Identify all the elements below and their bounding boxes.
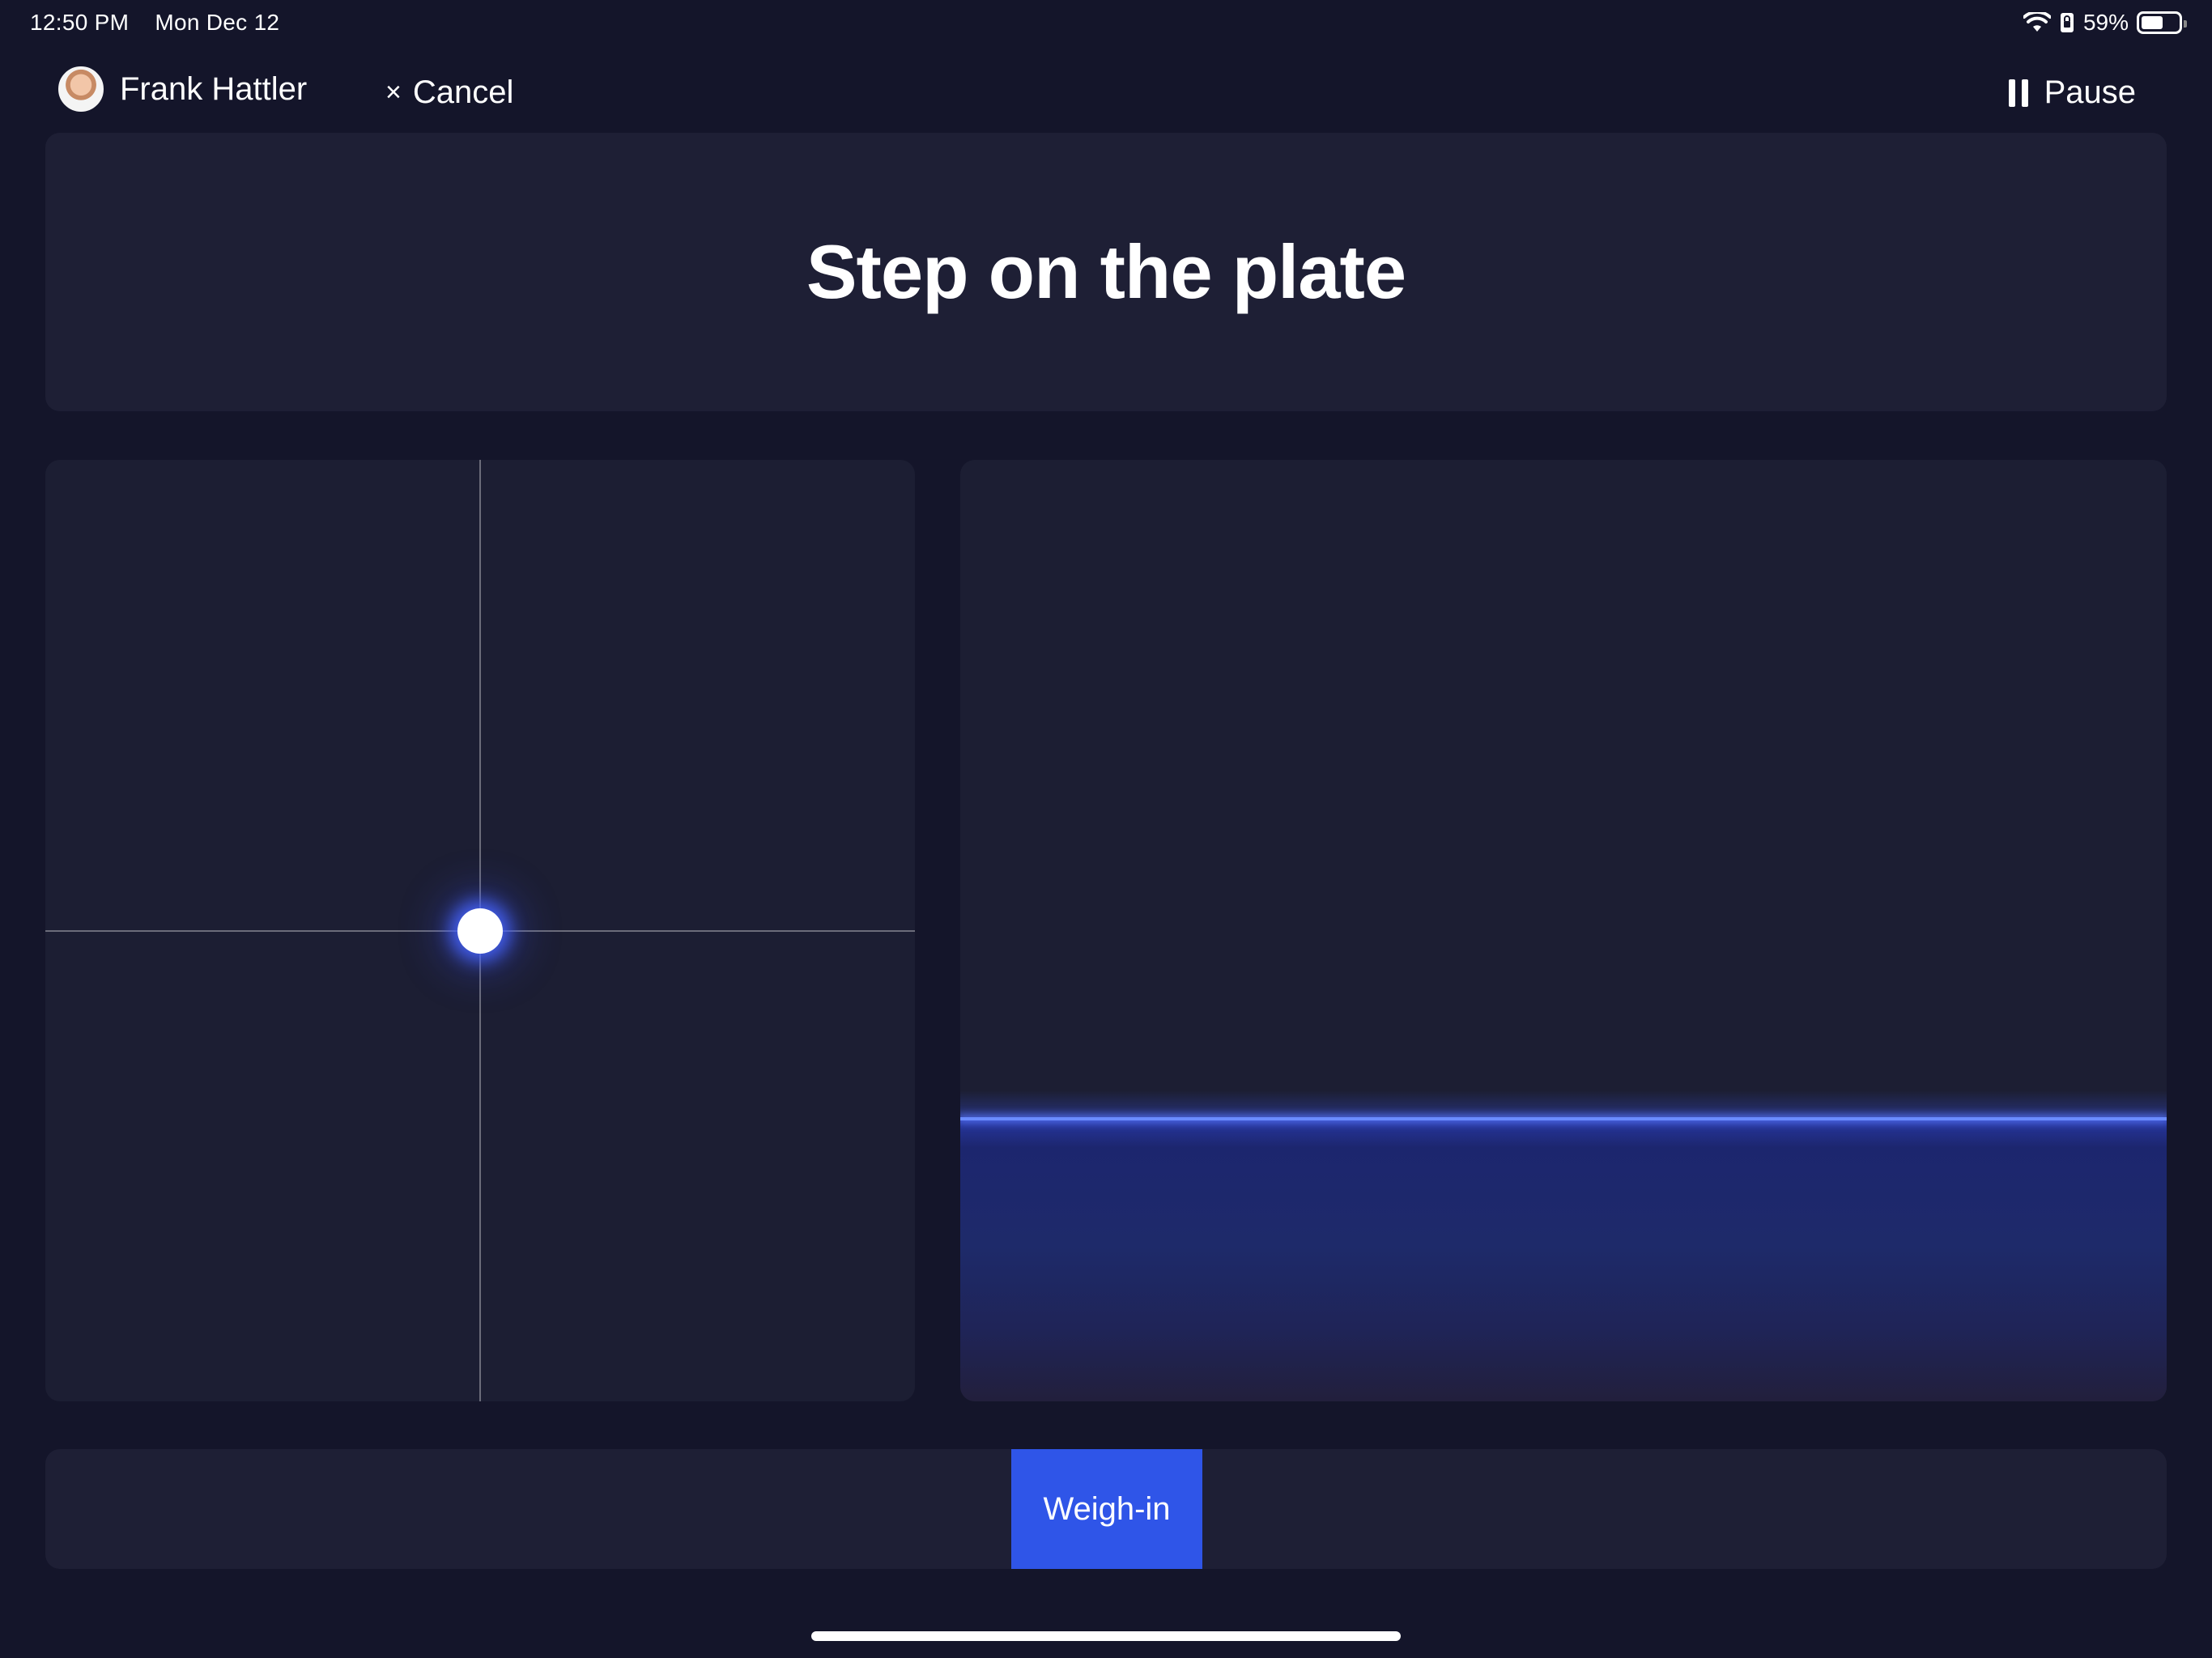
cancel-label: Cancel xyxy=(412,74,514,110)
balance-panel xyxy=(45,460,915,1401)
user-profile[interactable]: Frank Hattler xyxy=(58,66,307,112)
pause-icon xyxy=(2008,79,2028,107)
wifi-icon xyxy=(2023,12,2051,32)
instruction-title: Step on the plate xyxy=(806,229,1406,314)
battery-percent: 59% xyxy=(2082,10,2129,35)
user-name: Frank Hattler xyxy=(120,70,308,107)
header-bar: Frank Hattler × Cancel Pause xyxy=(0,57,2212,121)
weight-level-line xyxy=(960,1117,2167,1120)
cancel-button[interactable]: × Cancel xyxy=(385,74,513,111)
weight-panel xyxy=(960,460,2167,1401)
home-indicator[interactable] xyxy=(811,1631,1401,1641)
status-time-date: 12:50 PM Mon Dec 12 xyxy=(30,10,279,36)
status-bar: 12:50 PM Mon Dec 12 59% xyxy=(0,0,2212,49)
battery-level xyxy=(2142,16,2163,29)
battery-icon xyxy=(2137,11,2187,34)
avatar xyxy=(58,66,104,112)
orientation-lock-icon xyxy=(2060,13,2074,32)
status-time: 12:50 PM xyxy=(30,10,130,35)
status-indicators: 59% xyxy=(2023,10,2187,36)
pause-button[interactable]: Pause xyxy=(2008,74,2136,111)
status-date: Mon Dec 12 xyxy=(155,10,280,35)
weigh-in-screen: 12:50 PM Mon Dec 12 59% Frank Hattler × … xyxy=(0,0,2212,1658)
battery-cap xyxy=(2184,20,2187,28)
pause-label: Pause xyxy=(2044,74,2136,110)
weigh-in-button[interactable]: Weigh-in xyxy=(1011,1449,1202,1569)
weight-fill xyxy=(960,1119,2167,1401)
action-bar: Weigh-in xyxy=(45,1449,2167,1569)
center-of-pressure-dot xyxy=(457,908,503,954)
close-icon: × xyxy=(385,77,402,108)
instruction-panel: Step on the plate xyxy=(45,133,2167,411)
